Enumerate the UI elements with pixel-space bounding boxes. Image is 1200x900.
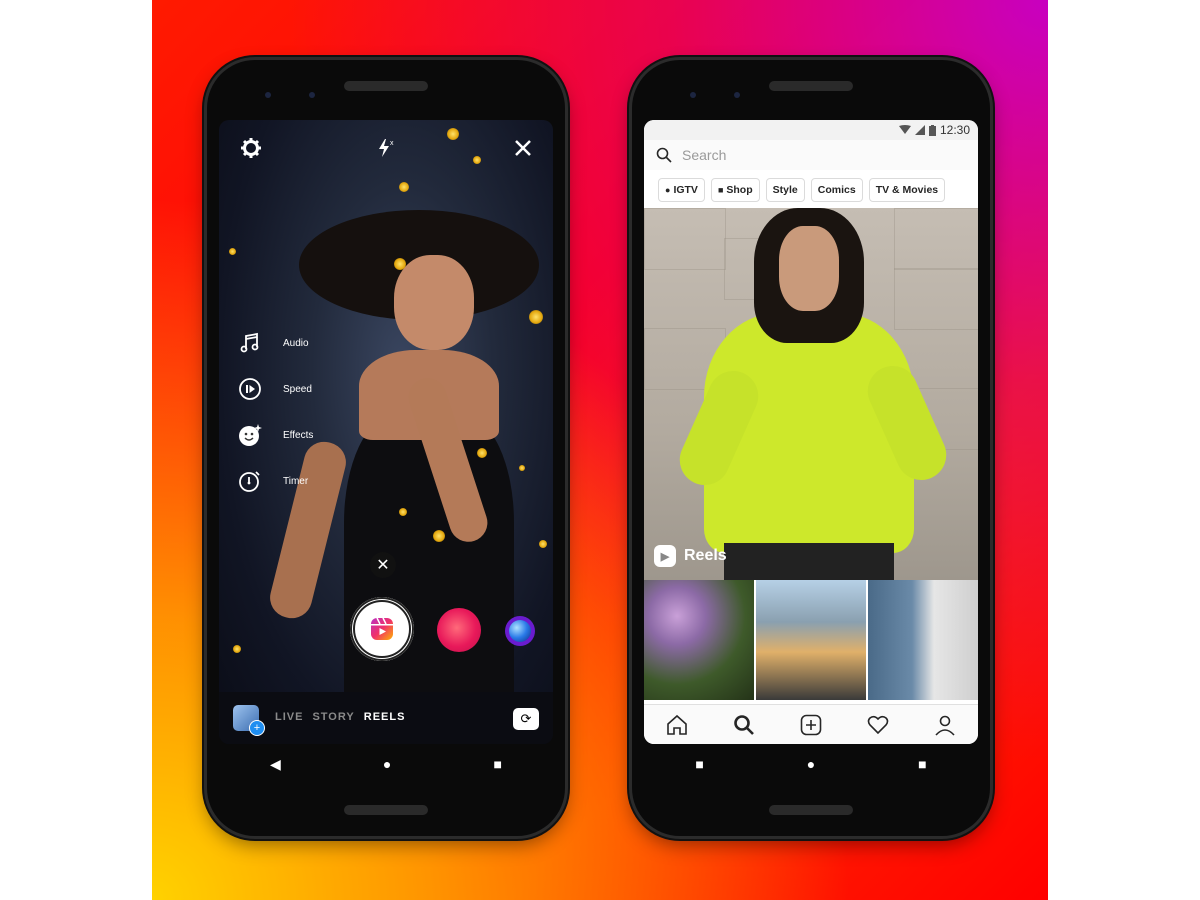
signal-icon (914, 125, 925, 135)
recents-icon[interactable]: ■ (695, 757, 703, 771)
home-icon[interactable]: ● (807, 757, 815, 771)
earpiece (344, 81, 428, 91)
sparkle (519, 465, 525, 471)
timer-icon (235, 466, 265, 496)
mode-live[interactable]: LIVE (275, 711, 303, 723)
add-post-icon[interactable] (798, 712, 824, 738)
camera-mode-bar: + LIVE STORY REELS ⟳ (219, 692, 553, 744)
sparkle (539, 540, 547, 548)
sparkle (477, 448, 487, 458)
tool-timer[interactable]: Timer (235, 458, 313, 504)
heart-icon[interactable] (865, 712, 891, 738)
chip-style[interactable]: Style (765, 178, 805, 202)
mode-selector: LIVE STORY REELS (275, 711, 405, 723)
bottom-tab-bar (644, 704, 978, 744)
tool-audio[interactable]: Audio (235, 320, 313, 366)
tool-label: Speed (283, 383, 312, 395)
grid-post[interactable] (868, 580, 978, 700)
mode-reels[interactable]: REELS (364, 711, 406, 723)
igtv-icon: ● (665, 185, 671, 195)
grid-post[interactable] (756, 580, 866, 700)
battery-icon (928, 124, 936, 136)
sparkle (394, 258, 406, 270)
dismiss-effect-button[interactable]: ✕ (370, 552, 396, 578)
chip-label: Comics (817, 184, 856, 196)
camera-viewfinder: x Audio Speed Effects Timer ✕ + LIVE STO… (219, 120, 553, 744)
home-tab-icon[interactable] (664, 712, 690, 738)
record-button[interactable] (350, 597, 414, 661)
sparkle (229, 248, 236, 255)
back-icon[interactable]: ◀ (270, 757, 281, 771)
chip-label: Shop (726, 184, 753, 196)
explore-screen: 12:30 Search ● IGTV ■ Shop Style Comics TV… (644, 120, 978, 744)
effects-face-icon (235, 420, 265, 450)
speed-icon (235, 374, 265, 404)
chip-comics[interactable]: Comics (810, 178, 863, 202)
svg-text:x: x (390, 140, 394, 147)
phone-camera: x Audio Speed Effects Timer ✕ + LIVE STO… (207, 60, 565, 836)
flash-off-icon[interactable]: x (371, 134, 399, 162)
sparkle (529, 310, 543, 324)
status-bar: 12:30 (644, 120, 978, 140)
grid-post[interactable] (644, 580, 754, 700)
chip-tv-movies[interactable]: TV & Movies (868, 178, 946, 202)
profile-icon[interactable] (932, 712, 958, 738)
reels-label[interactable]: ▶ Reels (654, 545, 727, 567)
search-input[interactable]: Search (682, 147, 726, 163)
subject-photo (265, 200, 539, 744)
search-tab-icon[interactable] (731, 712, 757, 738)
shop-bag-icon: ■ (717, 185, 724, 195)
recents-icon[interactable]: ■ (493, 757, 501, 771)
front-camera (734, 92, 740, 98)
recents-icon[interactable]: ■ (918, 757, 926, 771)
promo-background: x Audio Speed Effects Timer ✕ + LIVE STO… (152, 0, 1048, 900)
chip-label: Style (772, 184, 798, 196)
explore-grid (644, 580, 978, 700)
tool-effects[interactable]: Effects (235, 412, 313, 458)
close-icon[interactable] (509, 134, 537, 162)
topic-chips: ● IGTV ■ Shop Style Comics TV & Movies (658, 178, 946, 202)
tool-speed[interactable]: Speed (235, 366, 313, 412)
search-icon (656, 147, 672, 163)
chip-shop[interactable]: ■ Shop (710, 178, 760, 202)
mode-story[interactable]: STORY (312, 711, 354, 723)
camera-top-bar: x (219, 120, 553, 176)
home-icon[interactable]: ● (383, 757, 391, 771)
system-nav-bar: ◀ ● ■ (219, 744, 553, 784)
front-camera (309, 92, 315, 98)
add-icon: + (249, 720, 265, 736)
sparkle (399, 182, 409, 192)
gear-icon[interactable] (237, 134, 265, 162)
effect-sparkle-button[interactable] (437, 608, 481, 652)
tool-label: Audio (283, 337, 309, 349)
wifi-icon (898, 125, 911, 134)
bottom-speaker (344, 805, 428, 815)
system-nav-bar: ■ ● ■ (644, 744, 978, 784)
sparkle (433, 530, 445, 542)
front-sensor (265, 92, 271, 98)
phone-explore: 12:30 Search ● IGTV ■ Shop Style Comics TV… (632, 60, 990, 836)
earpiece (769, 81, 853, 91)
music-note-icon (235, 328, 265, 358)
reels-icon (371, 617, 393, 640)
reels-hero-video[interactable]: ▶ Reels (644, 208, 978, 580)
reels-title: Reels (684, 547, 727, 564)
tool-label: Effects (283, 429, 314, 441)
front-sensor (690, 92, 696, 98)
tool-label: Timer (283, 475, 309, 487)
reels-icon: ▶ (654, 545, 676, 567)
flip-camera-icon[interactable]: ⟳ (513, 708, 539, 730)
bottom-speaker (769, 805, 853, 815)
chip-label: IGTV (673, 184, 698, 196)
search-bar[interactable]: Search (644, 140, 978, 170)
sparkle (399, 508, 407, 516)
clock: 12:30 (939, 123, 970, 137)
effect-orb-button[interactable] (505, 616, 535, 646)
chip-label: TV & Movies (875, 184, 939, 196)
camera-tools: Audio Speed Effects Timer (235, 320, 313, 504)
chip-igtv[interactable]: ● IGTV (658, 178, 705, 202)
sparkle (233, 645, 241, 653)
